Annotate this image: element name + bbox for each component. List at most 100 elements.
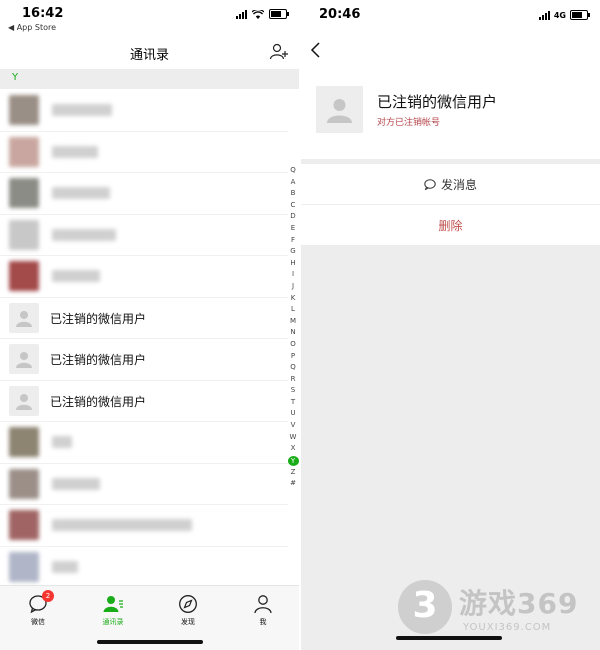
index-letter[interactable]: A	[288, 177, 299, 189]
contact-row[interactable]: 已注销的微信用户	[0, 298, 288, 339]
status-time: 20:46	[319, 7, 361, 22]
nav-bar: 通讯录	[0, 38, 299, 68]
contact-row[interactable]	[0, 464, 288, 505]
index-letter[interactable]: #	[288, 478, 299, 490]
index-letter[interactable]: Z	[288, 467, 299, 479]
blurred-avatar	[9, 551, 39, 582]
blurred-avatar	[9, 427, 39, 457]
signal-icon	[236, 9, 247, 19]
index-letter[interactable]: U	[288, 408, 299, 420]
default-avatar	[9, 302, 39, 333]
delete-button[interactable]: 删除	[301, 205, 600, 245]
index-letter[interactable]: Y	[287, 455, 299, 466]
unread-badge: 2	[42, 590, 54, 602]
watermark-logo-digit: 3	[412, 585, 438, 626]
contact-row[interactable]: 已注销的微信用户	[0, 339, 288, 381]
blurred-contact-name	[52, 270, 100, 282]
contact-row[interactable]: 已注销的微信用户	[0, 381, 288, 422]
delete-label: 删除	[438, 219, 463, 233]
contact-row[interactable]	[0, 422, 288, 464]
contact-row[interactable]	[0, 90, 288, 132]
index-letter[interactable]: M	[288, 316, 299, 328]
back-to-app-store-link[interactable]: ◀ App Store	[8, 23, 56, 32]
index-letter[interactable]: S	[288, 385, 299, 397]
send-message-label: 发消息	[440, 177, 477, 192]
profile-screen: 20:46 4G 已注销的微信用户 对方已注销帐号 发消息 删除	[301, 0, 600, 650]
contact-row[interactable]	[0, 547, 288, 588]
status-time: 16:42	[22, 6, 64, 21]
watermark-text: 游戏369	[459, 587, 579, 620]
index-letter[interactable]: I	[288, 269, 299, 281]
index-letter[interactable]: K	[288, 293, 299, 305]
index-letter[interactable]: D	[288, 211, 299, 223]
person-icon	[253, 594, 273, 614]
tab-label: 发现	[181, 618, 195, 626]
tab-2[interactable]: 通讯录	[88, 594, 138, 627]
index-letter[interactable]: O	[288, 339, 299, 351]
index-letter[interactable]: C	[288, 200, 299, 212]
default-avatar-icon	[16, 352, 32, 368]
contact-row[interactable]	[0, 215, 288, 256]
network-type: 4G	[553, 10, 566, 20]
contact-row[interactable]	[0, 173, 288, 215]
blurred-contact-name	[52, 436, 72, 448]
index-letter[interactable]: X	[288, 443, 299, 455]
blurred-avatar	[9, 136, 39, 167]
watermark-url: YOUXI369.COM	[463, 622, 552, 633]
default-avatar-icon	[327, 99, 352, 123]
chat-bubble-icon	[424, 178, 436, 190]
index-letter[interactable]: N	[288, 327, 299, 339]
index-letter[interactable]: E	[288, 223, 299, 235]
index-letter[interactable]: P	[288, 351, 299, 363]
profile-name: 已注销的微信用户	[377, 93, 498, 111]
alphabet-index[interactable]: Q A B C D E F G H I J K L M N O P Q R S T U V W X Y Z #	[286, 165, 299, 490]
blurred-contact-name	[52, 519, 192, 531]
index-letter[interactable]: G	[288, 246, 299, 258]
index-letter[interactable]: V	[288, 420, 299, 432]
index-letter[interactable]: F	[288, 235, 299, 247]
page-title: 通讯录	[129, 48, 169, 63]
tab-3[interactable]: 发现	[163, 594, 213, 627]
blurred-avatar	[9, 95, 39, 125]
watermark: 3 游戏369 YOUXI369.COM	[393, 580, 598, 640]
contact-name: 已注销的微信用户	[50, 394, 147, 409]
wifi-icon	[252, 9, 264, 19]
battery-icon	[269, 9, 289, 19]
contact-name: 已注销的微信用户	[50, 353, 147, 367]
blurred-contact-name	[52, 560, 78, 573]
index-letter[interactable]: T	[288, 397, 299, 409]
blurred-avatar	[9, 261, 39, 291]
index-letter[interactable]: L	[288, 304, 299, 316]
contact-row[interactable]	[0, 256, 288, 298]
index-letter[interactable]: J	[288, 281, 299, 293]
signal-icon	[538, 10, 550, 20]
tab-label: 通讯录	[102, 618, 124, 626]
blurred-avatar	[9, 510, 39, 540]
add-friend-icon[interactable]	[269, 42, 289, 62]
index-letter[interactable]: B	[288, 188, 299, 200]
home-indicator	[97, 640, 203, 644]
send-message-button[interactable]: 发消息	[301, 164, 600, 204]
contact-row[interactable]	[0, 132, 288, 173]
status-bar: 20:46 4G	[301, 0, 600, 32]
tab-1[interactable]: 2 微信	[13, 590, 63, 627]
section-header: Y	[0, 69, 299, 89]
watermark-logo: 3	[398, 580, 452, 634]
index-letter[interactable]: Q	[288, 165, 299, 177]
index-letter[interactable]: W	[288, 432, 299, 444]
index-letter[interactable]: H	[288, 258, 299, 270]
blurred-contact-name	[52, 145, 98, 158]
default-avatar-icon	[16, 310, 32, 327]
tab-label: 我	[259, 618, 267, 626]
profile-header: 已注销的微信用户 对方已注销帐号	[301, 32, 600, 159]
contacts-screen: 16:42 ◀ App Store 通讯录 Y 已注销的微信用户 已注销的微信用户…	[0, 0, 299, 650]
contact-list: 已注销的微信用户 已注销的微信用户 已注销的微信用户	[0, 90, 288, 588]
blurred-contact-name	[52, 477, 100, 490]
contacts-icon	[103, 594, 123, 614]
contact-row[interactable]	[0, 505, 288, 547]
index-letter[interactable]: R	[288, 374, 299, 386]
back-chevron-icon[interactable]	[309, 41, 323, 59]
index-letter[interactable]: Q	[288, 362, 299, 374]
status-icons: 4G	[538, 10, 590, 20]
tab-4[interactable]: 我	[238, 594, 288, 627]
